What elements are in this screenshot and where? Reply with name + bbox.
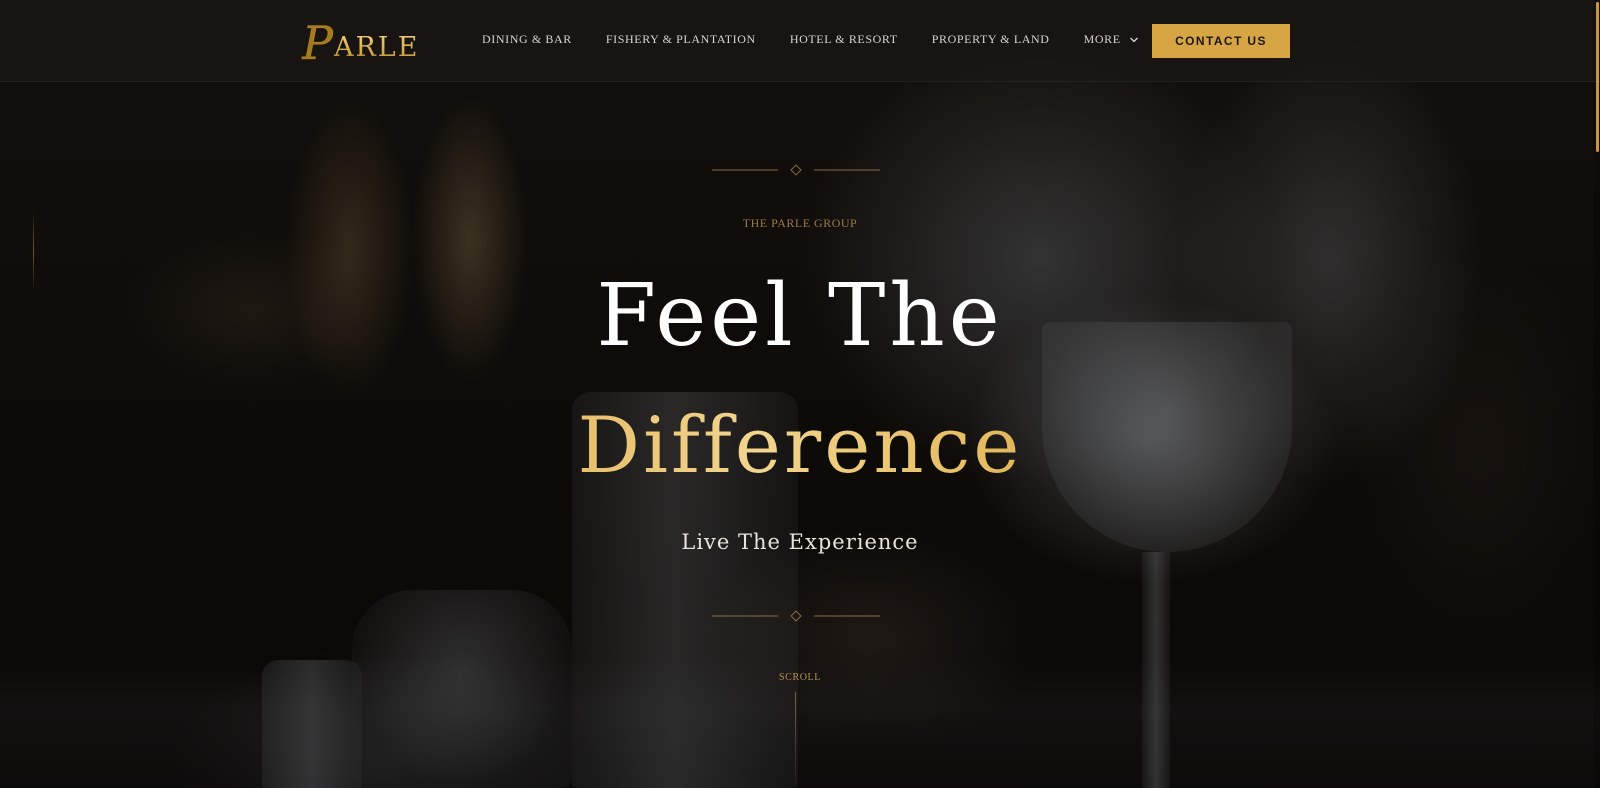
hero-overlay xyxy=(0,0,1600,788)
hero-headline-line2: Difference xyxy=(360,396,1240,496)
main-navigation: DINING & BAR FISHERY & PLANTATION HOTEL … xyxy=(482,32,1139,47)
nav-item-more-label: MORE xyxy=(1083,32,1121,46)
hero-eyebrow: THE PARLE GROUP xyxy=(742,216,858,230)
page-scrollbar[interactable] xyxy=(1594,0,1600,788)
site-header: P ARLE DINING & BAR FISHERY & PLANTATION… xyxy=(0,0,1600,82)
chevron-down-icon xyxy=(1129,37,1138,42)
logo-initial: P xyxy=(302,16,333,70)
bottom-ornament-divider xyxy=(712,610,880,622)
brand-logo[interactable]: P ARLE xyxy=(302,14,419,66)
top-ornament-divider xyxy=(712,164,880,176)
hero-headline-line1: Feel The xyxy=(596,266,1004,366)
nav-item-hotel-resort[interactable]: HOTEL & RESORT xyxy=(790,32,898,47)
side-decorative-line xyxy=(33,210,34,292)
nav-item-fishery-plantation[interactable]: FISHERY & PLANTATION xyxy=(606,32,756,47)
hero-tagline: Live The Experience xyxy=(681,530,919,554)
nav-item-dining-bar[interactable]: DINING & BAR xyxy=(482,32,572,47)
page: P ARLE DINING & BAR FISHERY & PLANTATION… xyxy=(0,0,1600,788)
scroll-indicator-label[interactable]: SCROLL xyxy=(740,672,860,683)
logo-wordmark: ARLE xyxy=(333,32,420,63)
nav-item-property-land[interactable]: PROPERTY & LAND xyxy=(932,32,1050,47)
scroll-indicator-line xyxy=(795,692,796,784)
nav-item-more[interactable]: MORE xyxy=(1084,32,1139,47)
scrollbar-thumb[interactable] xyxy=(1596,2,1599,152)
contact-us-button[interactable]: CONTACT US xyxy=(1152,24,1290,58)
